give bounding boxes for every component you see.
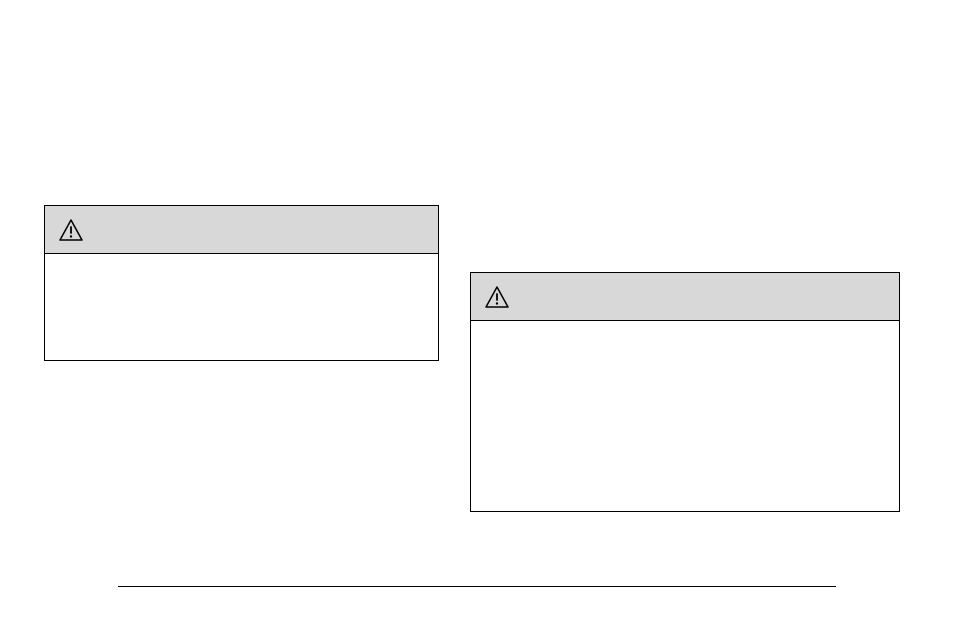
warning-header [471,273,899,321]
warning-box-right [470,272,900,512]
warning-box-left [44,205,439,361]
warning-body [45,254,438,360]
warning-header [45,206,438,254]
warning-body [471,321,899,511]
warning-icon [59,219,83,241]
warning-icon [485,286,509,308]
horizontal-divider [118,586,836,587]
